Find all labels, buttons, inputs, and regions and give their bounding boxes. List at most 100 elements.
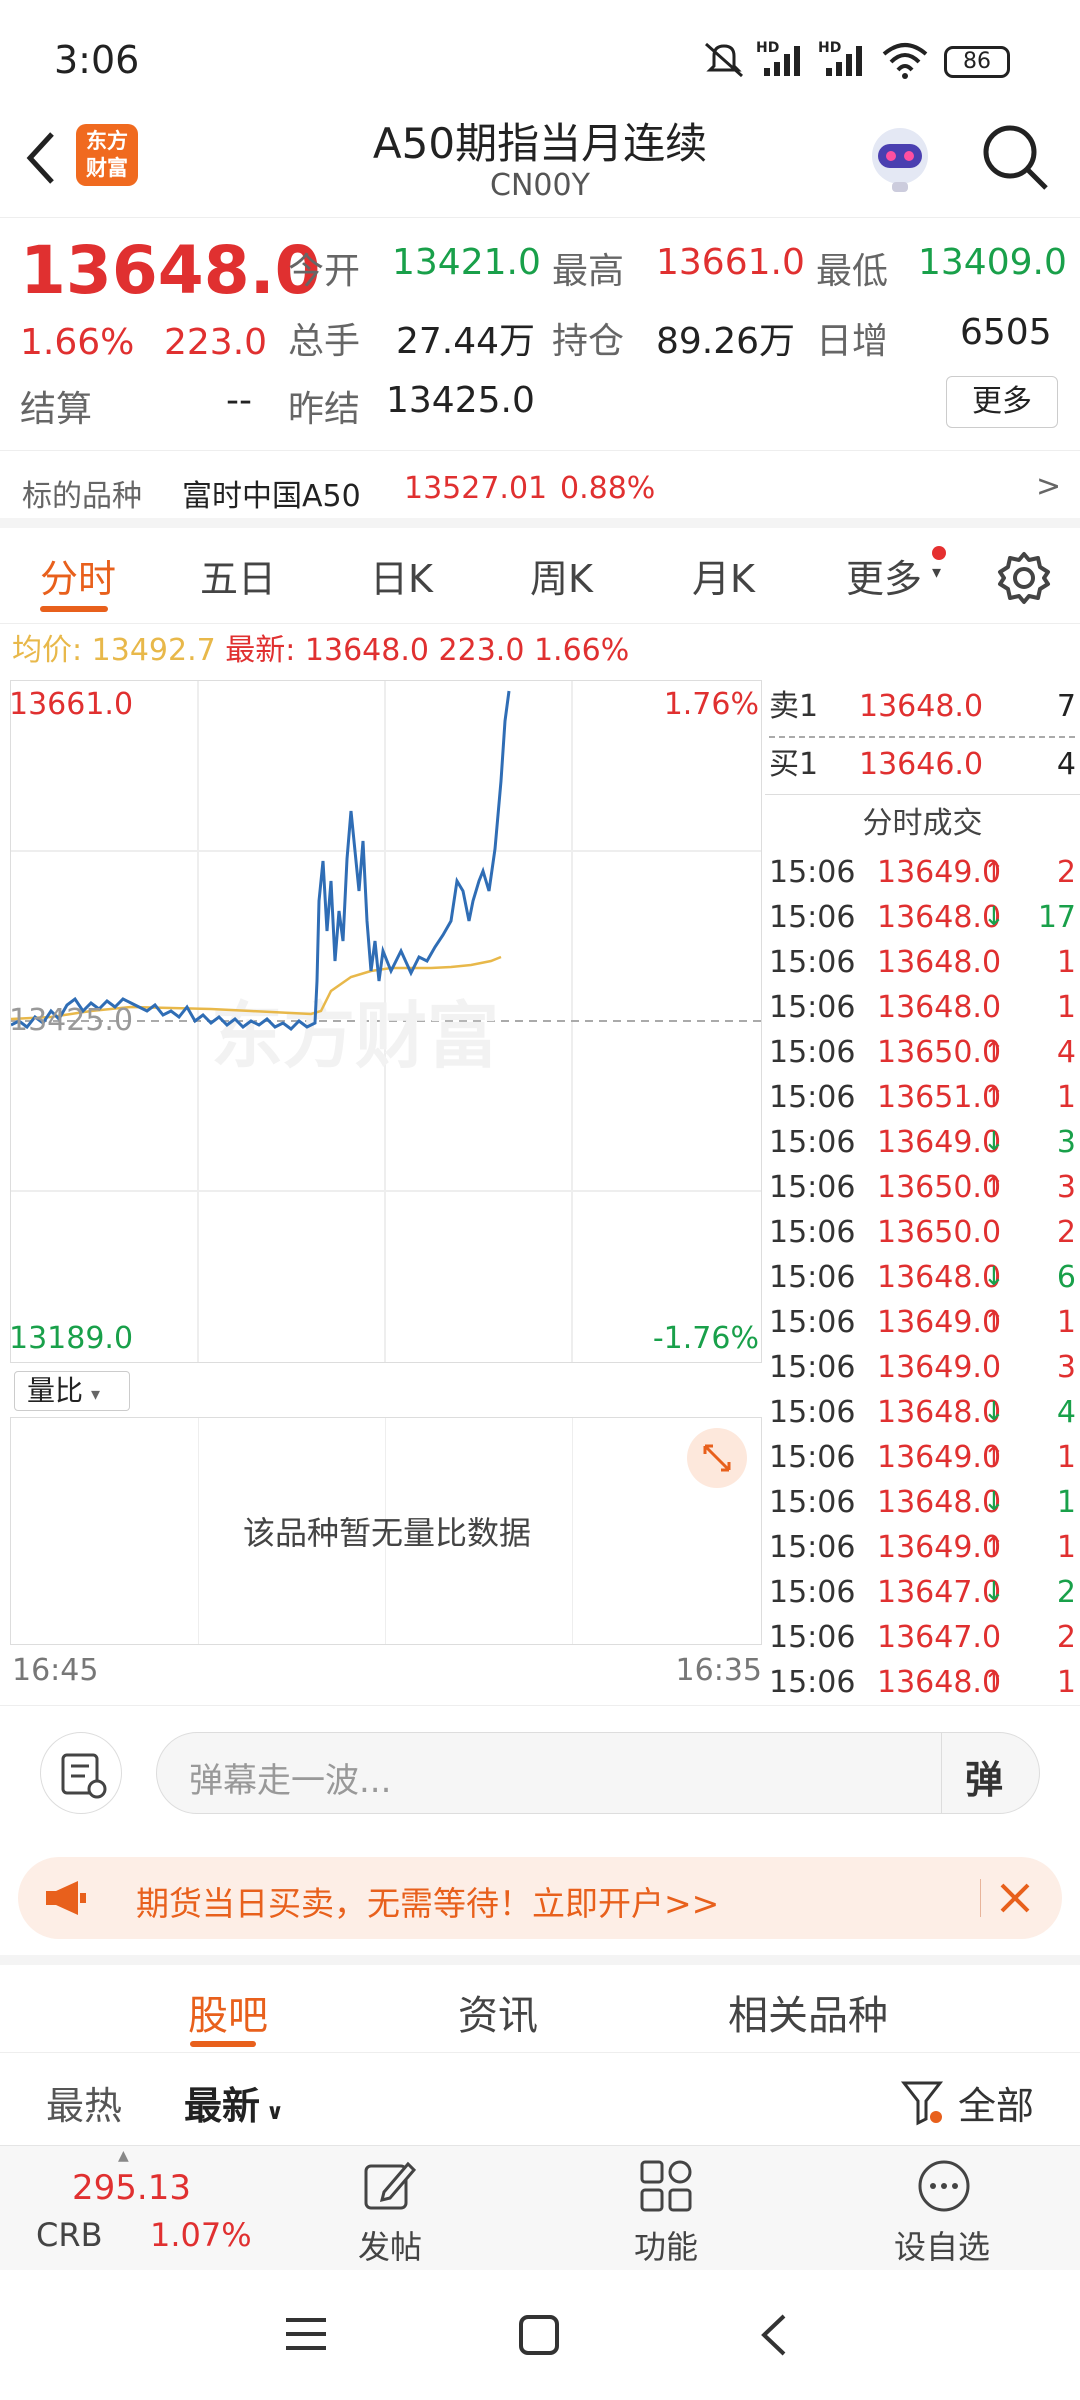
trade-volume: 3 xyxy=(1056,1170,1076,1205)
gear-icon[interactable] xyxy=(994,548,1054,608)
back-nav-icon[interactable] xyxy=(756,2312,790,2358)
open-label: 今开 xyxy=(288,251,361,292)
trade-time: 15:06 xyxy=(769,1215,856,1250)
chart-base-price: 13425.0 xyxy=(9,1003,134,1038)
trade-time: 15:06 xyxy=(769,1305,856,1340)
trade-time: 15:06 xyxy=(769,1080,856,1115)
chart-tabs: 分时 五日 日K 周K 月K 更多 ▾ xyxy=(0,528,1080,624)
nav-post[interactable]: 发帖 xyxy=(330,2146,450,2271)
crb-index[interactable]: ▲ 295.13 CRB 1.07% xyxy=(0,2146,252,2271)
sort-hot[interactable]: 最热 xyxy=(46,2075,122,2130)
tab-more[interactable]: 更多 xyxy=(846,548,922,603)
tab-daily-k[interactable]: 日K xyxy=(370,548,433,603)
chevron-down-icon: ▾ xyxy=(932,562,942,583)
trade-volume: 1 xyxy=(1056,990,1076,1025)
trade-time: 15:06 xyxy=(769,900,856,935)
trade-volume: 1 xyxy=(1056,1305,1076,1340)
open-interest-value: 89.26万 xyxy=(656,321,796,362)
change-percent: 1.66% xyxy=(20,322,135,363)
edit-icon xyxy=(364,2161,417,2210)
sort-new[interactable]: 最新 ∨ xyxy=(184,2075,284,2130)
nav-post-label: 发帖 xyxy=(358,2228,423,2266)
high-value: 13661.0 xyxy=(656,242,805,283)
tab-five-day[interactable]: 五日 xyxy=(200,548,276,603)
last-value: 13648.0 xyxy=(304,633,429,668)
chart-watermark: 东方财富 xyxy=(211,994,499,1078)
battery-icon: 86 xyxy=(944,46,1010,78)
banner-text: 期货当日买卖，无需等待！立即开户>> xyxy=(136,1884,720,1923)
wifi-icon xyxy=(882,43,928,79)
arrow-down-icon: ↓ xyxy=(983,902,1005,932)
trade-row: 15:06 13650.0 ↑ 3 xyxy=(765,1165,1080,1210)
trade-volume: 2 xyxy=(1056,1575,1076,1610)
arrow-up-icon: ↑ xyxy=(983,1172,1005,1202)
volume-label: 总手 xyxy=(288,321,361,362)
close-icon[interactable] xyxy=(996,1879,1034,1917)
arrow-down-icon: ↓ xyxy=(983,1262,1005,1292)
home-icon[interactable] xyxy=(518,2314,560,2356)
last-pct: 1.66% xyxy=(533,633,630,668)
indicator-selector[interactable]: 量比 ▾ xyxy=(14,1371,130,1411)
arrow-up-icon: ↑ xyxy=(983,1037,1005,1067)
trade-price: 13647.0 xyxy=(877,1620,1002,1655)
comment-bar: 弹幕走一波... 弹 xyxy=(0,1705,1080,1845)
underlying-name: 富时中国A50 xyxy=(182,479,361,514)
last-label: 最新: xyxy=(225,633,296,668)
chart-top-pct: 1.76% xyxy=(663,687,759,722)
search-icon[interactable] xyxy=(980,122,1050,192)
quote-panel: 13648.0 1.66% 223.0 结算 -- 今开 13421.0 最高 … xyxy=(0,218,1080,450)
trade-row: 15:06 13649.0 3 xyxy=(765,1345,1080,1390)
more-button[interactable]: 更多 xyxy=(946,376,1058,428)
trade-price: 13648.0 xyxy=(877,945,1002,980)
danmu-input[interactable]: 弹幕走一波... 弹 xyxy=(156,1732,1040,1814)
promo-banner[interactable]: 期货当日买卖，无需等待！立即开户>> xyxy=(18,1857,1062,1939)
trade-row: 15:06 13648.0 1 xyxy=(765,985,1080,1030)
nav-function-label: 功能 xyxy=(634,2228,699,2266)
low-value: 13409.0 xyxy=(918,242,1067,283)
expand-icon[interactable] xyxy=(687,1428,747,1488)
arrow-down-icon: ↓ xyxy=(983,1487,1005,1517)
time-start: 16:45 xyxy=(12,1653,99,1688)
chart-top-price: 13661.0 xyxy=(9,687,134,722)
trade-row: 15:06 13648.0 ↓ 4 xyxy=(765,1390,1080,1435)
mute-icon xyxy=(705,42,743,78)
tab-news[interactable]: 资讯 xyxy=(458,1983,538,2041)
trade-time: 15:06 xyxy=(769,1395,856,1430)
underlying-row[interactable]: 标的品种 富时中国A50 13527.01 0.88% > xyxy=(0,450,1080,528)
avg-value: 13492.7 xyxy=(91,633,216,668)
trade-volume: 4 xyxy=(1056,1395,1076,1430)
menu-icon[interactable] xyxy=(284,2314,328,2354)
trade-price: 13648.0 xyxy=(877,990,1002,1025)
trades-title: 分时成交 xyxy=(862,806,983,841)
nav-function[interactable]: 功能 xyxy=(606,2146,726,2271)
arrow-up-icon: ↑ xyxy=(983,1082,1005,1112)
danmu-button[interactable]: 弹 xyxy=(965,1749,1003,1804)
intraday-chart[interactable]: 东方财富 13661.0 1.76% 13425.0 13189.0 -1.76… xyxy=(9,680,762,1363)
trade-volume: 1 xyxy=(1056,1530,1076,1565)
filter-label[interactable]: 全部 xyxy=(958,2075,1034,2130)
underlying-price: 13527.01 xyxy=(404,471,548,506)
underlying-arrow-icon[interactable]: > xyxy=(1036,469,1061,504)
tab-forum[interactable]: 股吧 xyxy=(188,1983,268,2041)
trade-time: 15:06 xyxy=(769,945,856,980)
price-summary-line: 均价: 13492.7 最新: 13648.0 223.0 1.66% xyxy=(0,624,1080,678)
volume-panel: 该品种暂无量比数据 xyxy=(10,1417,762,1645)
volume-ratio-area: 量比 ▾ 该品种暂无量比数据 16:45 16:35 xyxy=(10,1363,762,1688)
nav-watchlist[interactable]: 设自选 xyxy=(880,2146,1020,2271)
crb-price: 295.13 xyxy=(72,2168,191,2208)
megaphone-icon xyxy=(46,1881,86,1915)
tab-related[interactable]: 相关品种 xyxy=(728,1983,888,2041)
tab-weekly-k[interactable]: 周K xyxy=(530,548,593,603)
arrow-up-icon: ↑ xyxy=(983,1532,1005,1562)
tab-monthly-k[interactable]: 月K xyxy=(692,548,755,603)
trade-row: 15:06 13648.0 ↓ 6 xyxy=(765,1255,1080,1300)
chart-bottom-pct: -1.76% xyxy=(652,1321,759,1356)
daily-increase-value: 6505 xyxy=(960,312,1052,353)
trade-volume: 17 xyxy=(1037,900,1076,935)
notes-icon[interactable] xyxy=(40,1732,122,1814)
tab-intraday[interactable]: 分时 xyxy=(40,548,116,603)
robot-assistant-icon[interactable] xyxy=(862,120,938,196)
filter-icon[interactable] xyxy=(900,2079,944,2127)
arrow-up-icon: ↑ xyxy=(983,1667,1005,1697)
trade-time: 15:06 xyxy=(769,1035,856,1070)
